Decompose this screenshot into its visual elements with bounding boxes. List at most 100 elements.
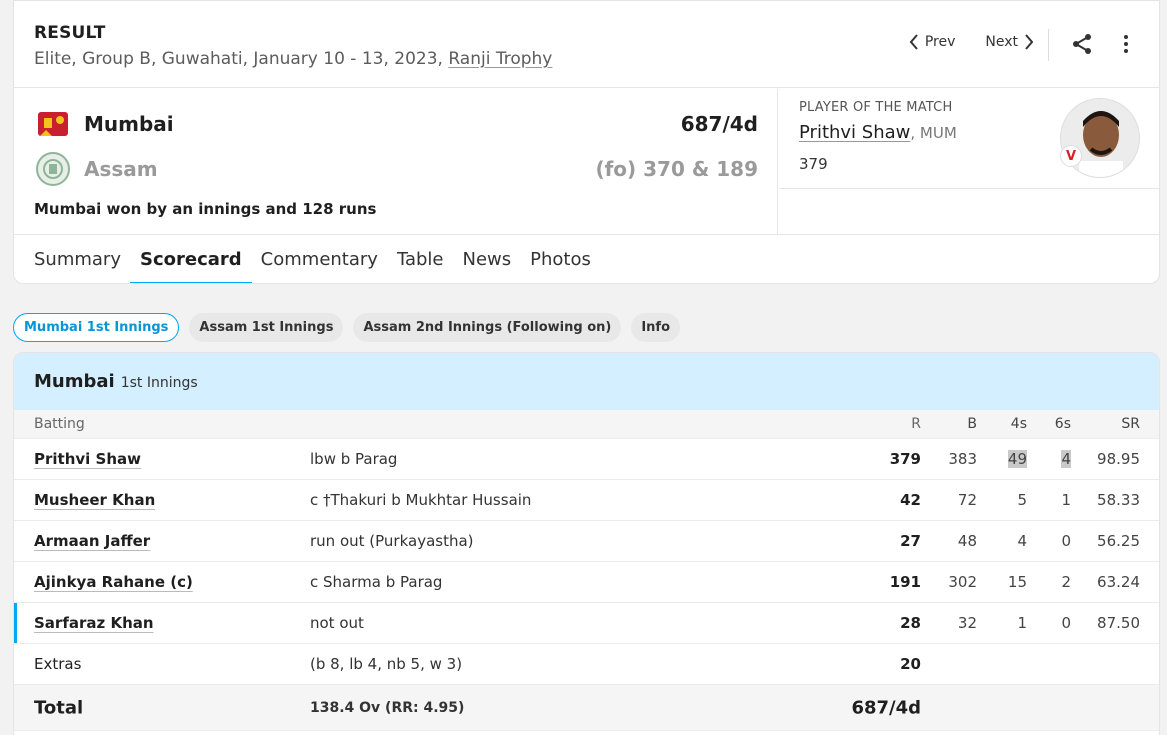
- innings-header: Mumbai 1st Innings: [14, 353, 1159, 410]
- team-score: (fo) 370 & 189: [595, 157, 758, 181]
- balls: 383: [948, 450, 977, 468]
- total-detail: 138.4 Ov (RR: 4.95): [310, 699, 465, 716]
- balls: 32: [957, 614, 977, 632]
- runs: 42: [900, 491, 921, 509]
- match-result: Mumbai won by an innings and 128 runs: [34, 200, 377, 218]
- next-label: Next: [985, 34, 1018, 50]
- extras-row: Extras (b 8, lb 4, nb 5, w 3) 20: [14, 644, 1159, 685]
- batter-link[interactable]: Musheer Khan: [34, 491, 155, 509]
- pill-mumbai-1st-innings[interactable]: Mumbai 1st Innings: [13, 313, 180, 342]
- balls: 72: [957, 491, 977, 509]
- team-score: 687/4d: [680, 112, 758, 136]
- strike-rate: 58.33: [1097, 491, 1140, 509]
- header-divider: [1048, 29, 1049, 61]
- fours: 15: [1007, 573, 1027, 591]
- strike-rate: 56.25: [1097, 532, 1140, 550]
- fours: 1: [1017, 614, 1027, 632]
- pom-team: , MUM: [910, 124, 957, 142]
- batter-link[interactable]: Armaan Jaffer: [34, 532, 150, 550]
- runs: 28: [900, 614, 921, 632]
- pill-info[interactable]: Info: [631, 313, 681, 342]
- pom-name-line: Prithvi Shaw, MUM: [799, 122, 957, 143]
- dismissal: run out (Purkayastha): [310, 532, 474, 550]
- innings-label: 1st Innings: [120, 375, 198, 391]
- series-link[interactable]: Ranji Trophy: [448, 49, 552, 69]
- match-meta-text: Elite, Group B, Guwahati, January 10 - 1…: [34, 49, 443, 69]
- match-header: RESULT Elite, Group B, Guwahati, January…: [14, 1, 1159, 88]
- total-row: Total 138.4 Ov (RR: 4.95) 687/4d: [14, 685, 1159, 731]
- extras-label: Extras: [34, 655, 82, 673]
- table-row: Ajinkya Rahane (c) c Sharma b Parag 191 …: [14, 562, 1159, 603]
- match-nav: Prev Next: [909, 34, 1034, 50]
- runs: 379: [889, 450, 921, 468]
- match-meta: Elite, Group B, Guwahati, January 10 - 1…: [34, 49, 552, 69]
- teams-panel: Mumbai 687/4d Assam (fo) 370 & 189 Mumba…: [14, 89, 778, 234]
- share-icon[interactable]: [1071, 33, 1093, 55]
- sixes: 1: [1061, 491, 1071, 509]
- batter-link[interactable]: Prithvi Shaw: [34, 450, 141, 468]
- tab-news[interactable]: News: [463, 235, 512, 283]
- innings-pills: Mumbai 1st Innings Assam 1st Innings Ass…: [13, 313, 681, 342]
- runs: 191: [889, 573, 921, 591]
- verified-badge-icon: V: [1060, 145, 1082, 167]
- col-runs: R: [911, 416, 921, 432]
- team-row-mumbai[interactable]: Mumbai 687/4d: [34, 106, 758, 142]
- pom-player-link[interactable]: Prithvi Shaw: [799, 122, 910, 143]
- fours: 49: [1007, 450, 1027, 468]
- tab-summary[interactable]: Summary: [34, 235, 121, 283]
- balls: 302: [948, 573, 977, 591]
- pill-assam-1st-innings[interactable]: Assam 1st Innings: [189, 313, 344, 342]
- team-name: Mumbai: [84, 112, 174, 136]
- scorecard: Mumbai 1st Innings Batting R B 4s 6s SR …: [13, 352, 1160, 735]
- match-header-card: RESULT Elite, Group B, Guwahati, January…: [13, 0, 1160, 284]
- tab-table[interactable]: Table: [397, 235, 444, 283]
- innings-team: Mumbai: [34, 371, 115, 392]
- total-value: 687/4d: [851, 697, 921, 718]
- pom-stat: 379: [799, 155, 828, 173]
- chevron-right-icon: [1025, 34, 1034, 50]
- sixes: 2: [1061, 573, 1071, 591]
- extras-detail: (b 8, lb 4, nb 5, w 3): [310, 655, 463, 673]
- tab-photos[interactable]: Photos: [530, 235, 591, 283]
- batting-header-row: Batting R B 4s 6s SR: [14, 410, 1159, 439]
- batter-link[interactable]: Ajinkya Rahane (c): [34, 573, 193, 591]
- dismissal: c †Thakuri b Mukhtar Hussain: [310, 491, 532, 509]
- strike-rate: 63.24: [1097, 573, 1140, 591]
- tab-commentary[interactable]: Commentary: [261, 235, 378, 283]
- col-batting: Batting: [34, 416, 85, 432]
- tab-scorecard[interactable]: Scorecard: [130, 235, 252, 283]
- pom-label: PLAYER OF THE MATCH: [799, 100, 953, 115]
- col-balls: B: [967, 416, 977, 432]
- dismissal: c Sharma b Parag: [310, 573, 443, 591]
- total-label: Total: [34, 697, 84, 718]
- strike-rate: 98.95: [1097, 450, 1140, 468]
- col-strike-rate: SR: [1121, 416, 1140, 432]
- fours: 4: [1017, 532, 1027, 550]
- chevron-left-icon: [909, 34, 918, 50]
- dismissal: lbw b Parag: [310, 450, 398, 468]
- assam-logo-icon: [36, 152, 70, 186]
- table-row: Musheer Khan c †Thakuri b Mukhtar Hussai…: [14, 480, 1159, 521]
- sixes: 0: [1061, 614, 1071, 632]
- player-of-match: PLAYER OF THE MATCH Prithvi Shaw, MUM 37…: [779, 89, 1159, 189]
- more-options-icon[interactable]: [1118, 33, 1134, 55]
- prev-label: Prev: [924, 34, 956, 50]
- pill-assam-2nd-innings[interactable]: Assam 2nd Innings (Following on): [353, 313, 622, 342]
- team-row-assam[interactable]: Assam (fo) 370 & 189: [34, 151, 758, 187]
- table-row: Armaan Jaffer run out (Purkayastha) 27 4…: [14, 521, 1159, 562]
- match-status: RESULT: [34, 23, 106, 43]
- prev-button[interactable]: Prev: [909, 34, 956, 50]
- next-button[interactable]: Next: [985, 34, 1034, 50]
- strike-rate: 87.50: [1097, 614, 1140, 632]
- extras-value: 20: [900, 655, 921, 673]
- fours: 5: [1017, 491, 1027, 509]
- col-fours: 4s: [1010, 416, 1027, 432]
- batter-link[interactable]: Sarfaraz Khan: [34, 614, 154, 632]
- mumbai-logo-icon: [38, 112, 68, 136]
- col-sixes: 6s: [1054, 416, 1071, 432]
- team-name: Assam: [84, 157, 158, 181]
- runs: 27: [900, 532, 921, 550]
- sixes: 0: [1061, 532, 1071, 550]
- table-row: Sarfaraz Khan not out 28 32 1 0 87.50: [14, 603, 1159, 644]
- dismissal: not out: [310, 614, 364, 632]
